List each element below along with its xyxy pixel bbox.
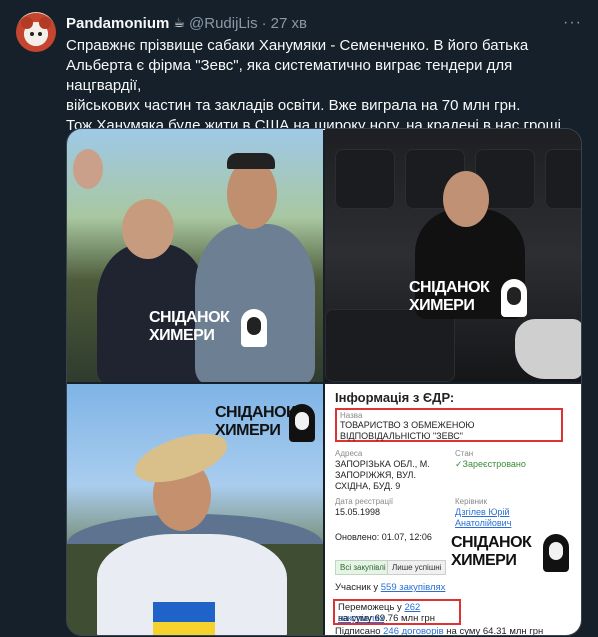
separator-dot: · xyxy=(261,14,267,32)
participant-line: Учасник у 559 закупівлях xyxy=(335,582,445,593)
winner-prefix: Переможець у xyxy=(338,602,405,613)
tab-all-purchases[interactable]: Всі закупівлі xyxy=(335,560,391,575)
brand-line: СНІДАНОК xyxy=(149,309,230,326)
flag-blue xyxy=(153,602,215,622)
head-name-link[interactable]: Дзгілев Юрій xyxy=(455,507,565,518)
avatar-ear xyxy=(39,17,51,29)
tweet-text: Справжнє прізвище сабаки Ханумяки - Семе… xyxy=(66,36,576,136)
flag-yellow xyxy=(153,622,215,635)
brand-watermark: СНІДАНОК ХИМЕРИ xyxy=(409,279,527,317)
highlight-box-winner: Переможець у 262 закупівлях на суму 69.7… xyxy=(333,599,461,625)
sneaker xyxy=(515,319,581,379)
avatar-eye xyxy=(30,32,34,36)
seat xyxy=(325,309,455,382)
brand-watermark: СНІДАНОК ХИМЕРИ xyxy=(215,404,315,442)
avatar[interactable] xyxy=(16,12,56,52)
avatar-eye xyxy=(38,32,42,36)
head-block: Керівник Дзгілев Юрій Анатолійович xyxy=(455,496,565,529)
head-label: Керівник xyxy=(455,497,487,506)
status-label: Стан xyxy=(455,449,474,458)
seat xyxy=(545,149,581,209)
status-value: ✓Зареєстровано xyxy=(455,459,526,469)
ukraine-flag xyxy=(153,602,215,635)
company-name: ТОВАРИСТВО З ОБМЕЖЕНОЮ ВІДПОВІДАЛЬНІСТЮ … xyxy=(340,420,475,441)
person-head xyxy=(73,149,103,189)
person-shirt xyxy=(195,224,315,382)
ghost-logo-icon xyxy=(241,309,267,347)
brand-line: ХИМЕРИ xyxy=(149,327,215,344)
signed-line: Підписано 246 договорів на суму 64.31 мл… xyxy=(335,626,544,636)
signed-sum: на суму 64.31 млн грн xyxy=(443,626,544,636)
brand-line: СНІДАНОК xyxy=(215,404,296,421)
reg-date-label: Дата реєстрації xyxy=(335,497,394,506)
reg-date-block: Дата реєстрації 15.05.1998 xyxy=(335,496,445,518)
highlight-box-name: Назва ТОВАРИСТВО З ОБМЕЖЕНОЮ ВІДПОВІДАЛЬ… xyxy=(335,408,563,442)
ghost-logo-icon xyxy=(289,404,315,442)
author-handle[interactable]: @RudijLis xyxy=(189,15,258,32)
brand-line: ХИМЕРИ xyxy=(215,422,281,439)
tweet-timestamp[interactable]: 27 хв xyxy=(271,15,307,32)
ghost-logo-icon xyxy=(501,279,527,317)
tweet-media-image[interactable]: СНІДАНОК ХИМЕРИ СНІДАНОК ХИМЕРИ СНІДАНОК… xyxy=(66,128,582,636)
tweet-header: Pandamonium ☕ @RudijLis · 27 хв xyxy=(66,13,307,33)
photo-mountain: СНІДАНОК ХИМЕРИ xyxy=(67,384,323,635)
coffee-icon: ☕ xyxy=(173,15,186,30)
address-line: ЗАПОРІЖЖЯ, ВУЛ. xyxy=(335,470,416,480)
tweet-text-line: Альберта є фірма "Зевс", яка систематичн… xyxy=(66,57,513,94)
head-name-link[interactable]: Анатолійович xyxy=(455,518,565,529)
address-line: ЗАПОРІЗЬКА ОБЛ., М. xyxy=(335,459,430,469)
brand-line: ХИМЕРИ xyxy=(409,297,475,314)
tab-successful-only[interactable]: Лише успішні xyxy=(387,560,447,575)
cap xyxy=(227,153,275,169)
signed-prefix: Підписано xyxy=(335,626,384,636)
participant-prefix: Учасник у xyxy=(335,582,381,593)
person-head xyxy=(443,171,489,227)
brand-line: СНІДАНОК xyxy=(409,279,490,296)
address-line: СХІДНА, БУД. 9 xyxy=(335,481,401,491)
tweet-text-line: військових частин та закладів освіти. Вж… xyxy=(66,97,521,114)
tweet-text-line: Справжнє прізвище сабаки Ханумяки - Семе… xyxy=(66,37,529,54)
reg-date-value: 15.05.1998 xyxy=(335,507,381,517)
address-label: Адреса xyxy=(335,449,363,458)
photo-cinema: СНІДАНОК ХИМЕРИ xyxy=(325,129,581,382)
participant-link[interactable]: 559 закупівлях xyxy=(381,582,446,593)
author-name[interactable]: Pandamonium xyxy=(66,15,169,32)
brand-line: СНІДАНОК xyxy=(451,534,532,551)
brand-watermark: СНІДАНОК ХИМЕРИ xyxy=(149,309,267,347)
person-head xyxy=(122,199,174,259)
avatar-ear xyxy=(21,17,33,29)
ghost-logo-icon xyxy=(543,534,569,572)
edr-title: Інформація з ЄДР: xyxy=(335,390,455,405)
status-block: Стан ✓Зареєстровано xyxy=(455,448,565,470)
brand-line: ХИМЕРИ xyxy=(451,552,517,569)
name-label: Назва xyxy=(340,411,363,420)
signed-link[interactable]: 246 договорів xyxy=(383,626,444,635)
more-options-icon[interactable]: ··· xyxy=(563,14,582,32)
edr-info-panel: Інформація з ЄДР: Назва ТОВАРИСТВО З ОБМ… xyxy=(325,384,581,636)
winner-sum: на суму 69.76 млн грн xyxy=(338,613,435,624)
address-block: Адреса ЗАПОРІЗЬКА ОБЛ., М. ЗАПОРІЖЖЯ, ВУ… xyxy=(335,448,455,492)
seat xyxy=(335,149,395,209)
photo-crowd: СНІДАНОК ХИМЕРИ xyxy=(67,129,323,382)
brand-watermark: СНІДАНОК ХИМЕРИ xyxy=(451,534,569,572)
person-head xyxy=(227,159,277,229)
updated-label: Оновлено: 01.07, 12:06 xyxy=(335,532,432,542)
